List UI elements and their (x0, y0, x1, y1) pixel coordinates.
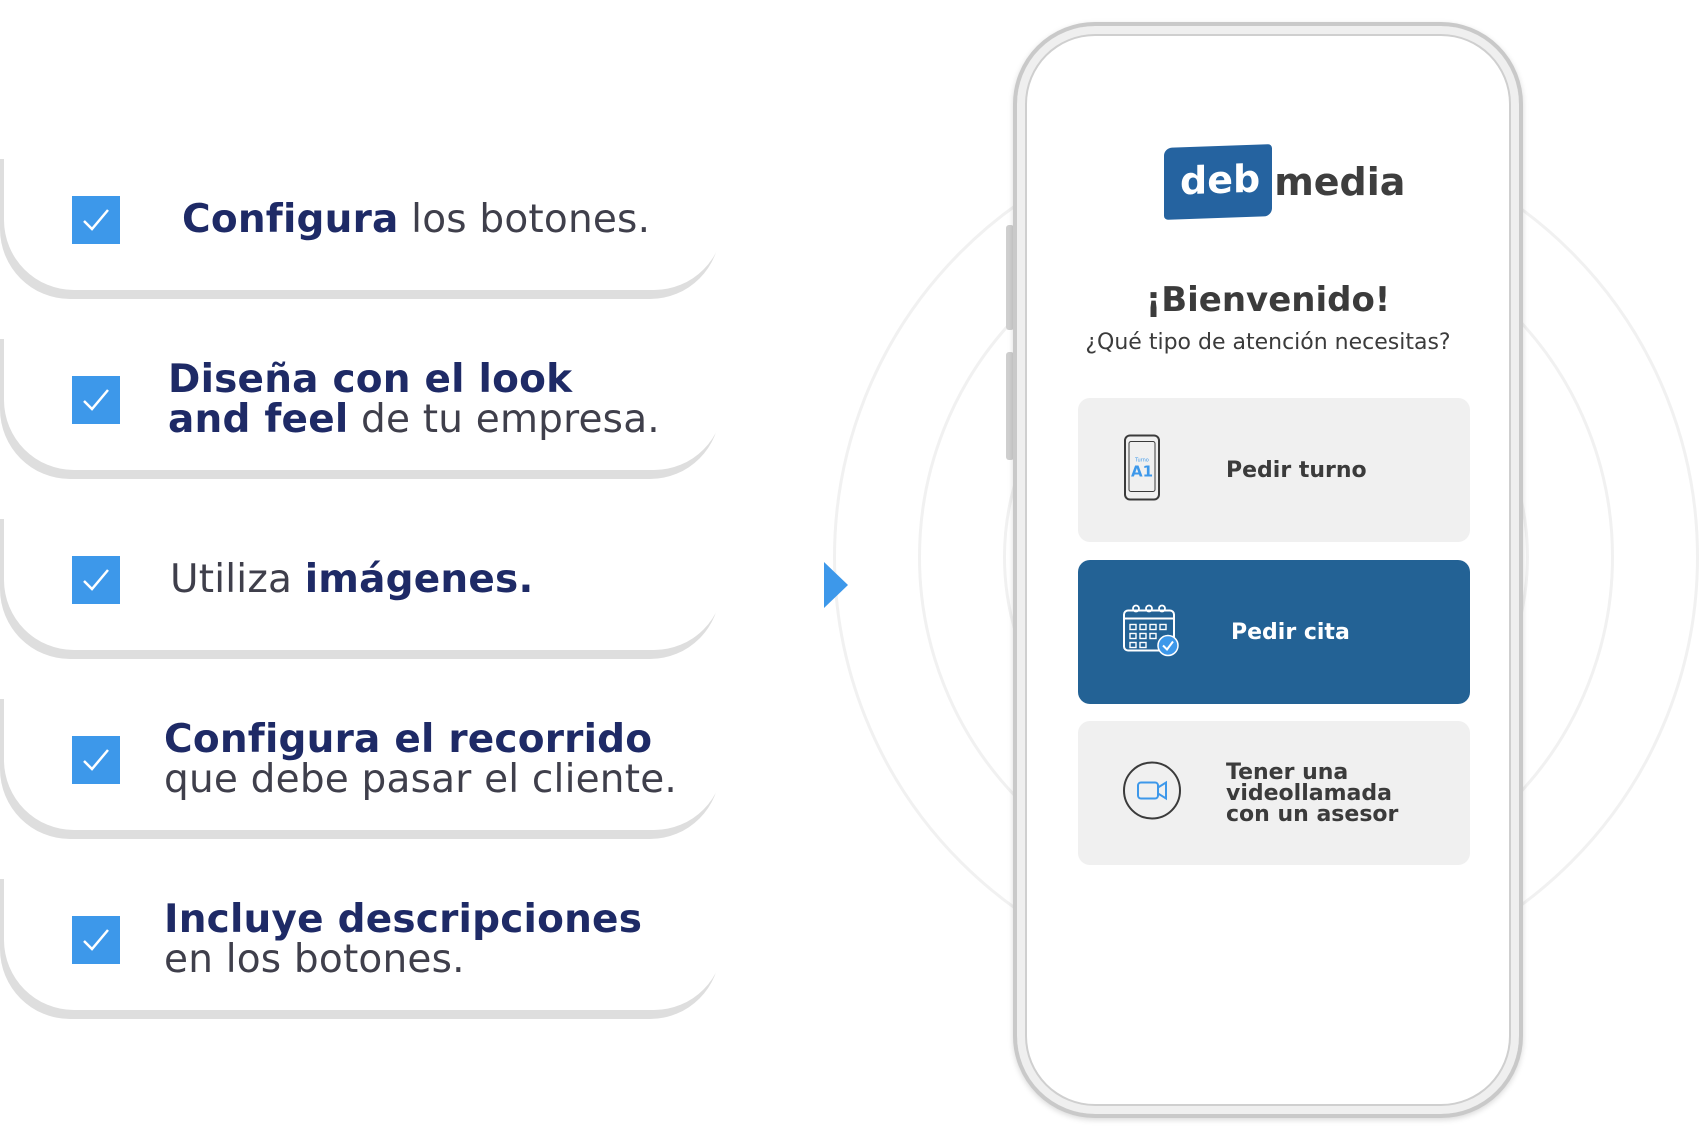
welcome-subtitle: ¿Qué tipo de atención necesitas? (1085, 330, 1451, 355)
checkbox-icon (72, 196, 120, 244)
logo-deb: deb (1164, 144, 1273, 220)
option-label: Tener una videollamada con un asesor (1226, 759, 1399, 827)
option-pedir-turno[interactable]: Turno A1 Pedir turno (1078, 398, 1470, 542)
option-label: Pedir turno (1226, 457, 1367, 483)
welcome-title: ¡Bienvenido! (1145, 280, 1391, 320)
checkbox-icon (72, 376, 120, 424)
feature-card-journey: Configura el recorrido que debe pasar el… (4, 690, 724, 830)
feature-card-descriptions: Incluye descripciones en los botones. (4, 870, 724, 1010)
option-videollamada[interactable]: Tener una videollamada con un asesor (1078, 721, 1470, 865)
option-label: Pedir cita (1231, 619, 1350, 645)
video-camera-icon (1122, 761, 1182, 826)
logo-media: media (1274, 160, 1406, 204)
feature-card-configure-buttons: Configura los botones. (4, 150, 724, 290)
checkbox-icon (72, 736, 120, 784)
svg-text:A1: A1 (1131, 463, 1153, 481)
feature-text: Utiliza imágenes. (170, 557, 534, 602)
feature-text: Configura el recorrido que debe pasar el… (164, 717, 677, 802)
feature-text: Diseña con el look and feel de tu empres… (168, 357, 660, 442)
phone-ticket-icon: Turno A1 (1122, 434, 1162, 507)
feature-card-look-and-feel: Diseña con el look and feel de tu empres… (4, 330, 724, 470)
checkbox-icon (72, 556, 120, 604)
feature-card-images: Utiliza imágenes. (4, 510, 724, 650)
debmedia-logo: deb media (1164, 144, 1406, 220)
checkbox-icon (72, 916, 120, 964)
calendar-check-icon (1122, 603, 1180, 662)
feature-text: Configura los botones. (182, 197, 651, 242)
option-pedir-cita[interactable]: Pedir cita (1078, 560, 1470, 704)
feature-text: Incluye descripciones en los botones. (164, 897, 643, 982)
arrow-right-icon (824, 562, 848, 608)
feature-list: Configura los botones. Diseña con el loo… (0, 0, 740, 1142)
